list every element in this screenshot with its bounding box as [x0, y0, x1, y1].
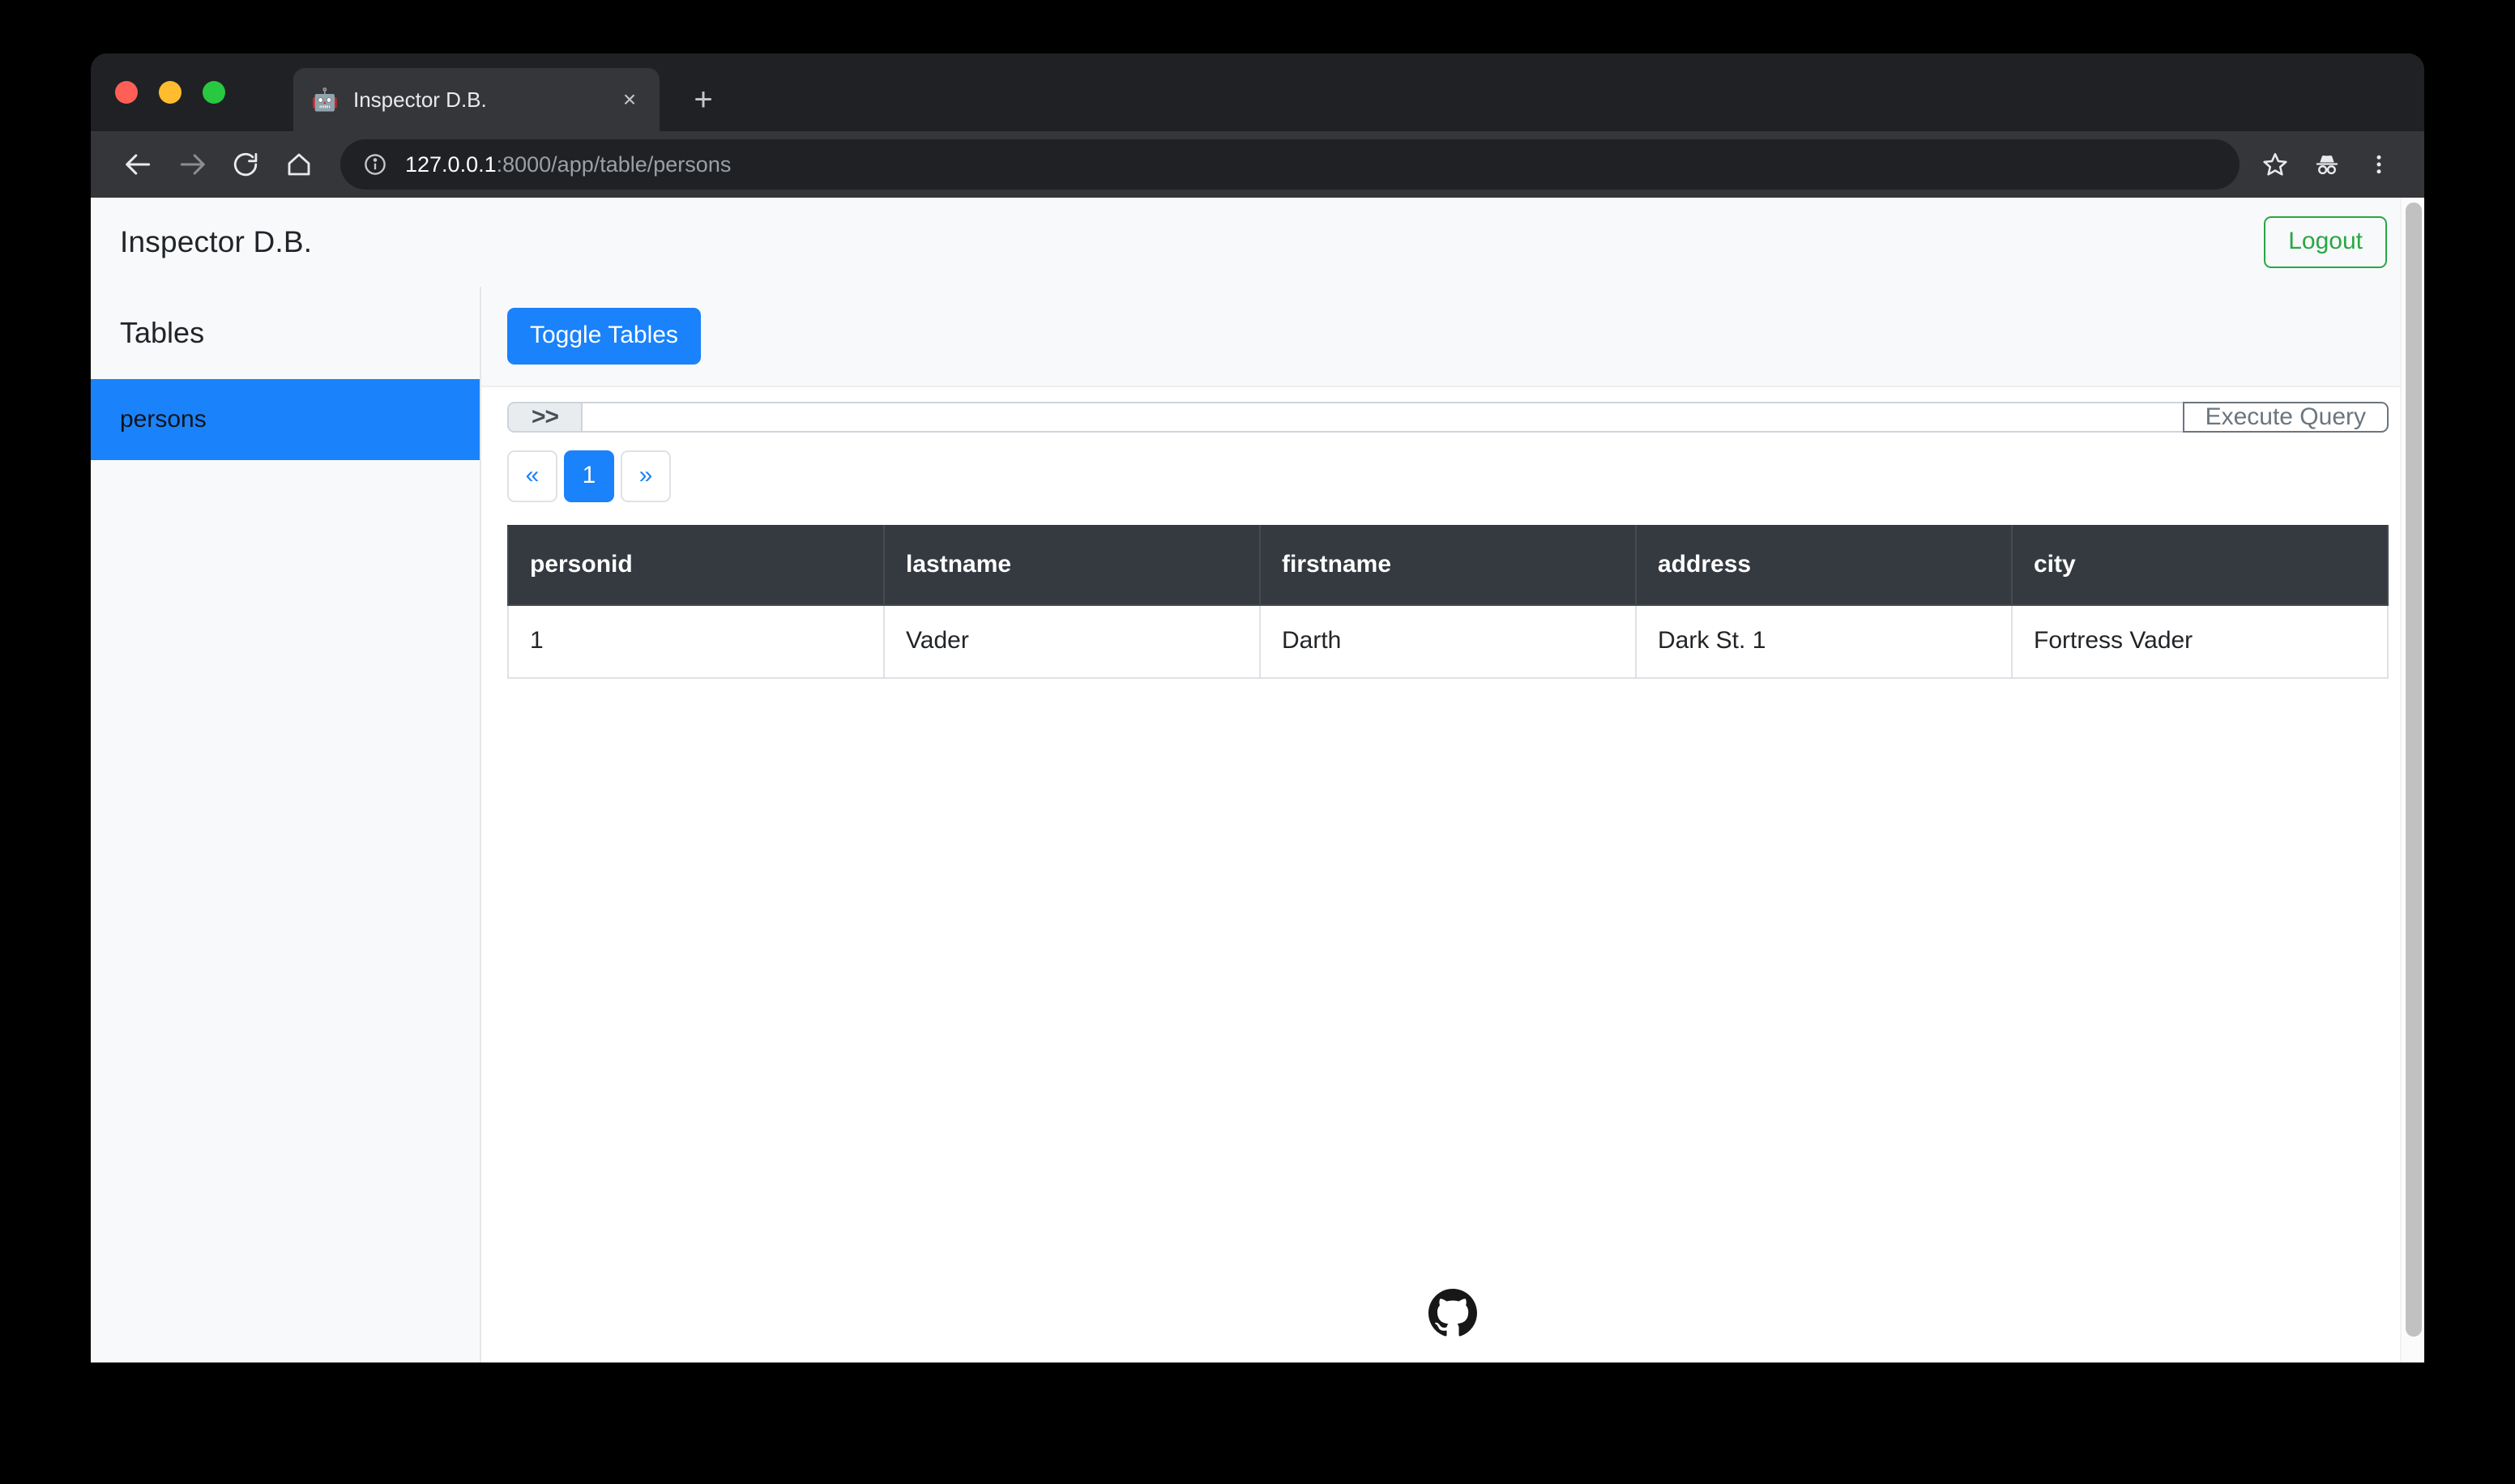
- column-header-address[interactable]: address: [1635, 525, 2013, 606]
- sidebar: Tables persons: [91, 287, 481, 1362]
- close-window-button[interactable]: [115, 81, 138, 104]
- table-header: personid lastname firstname address city: [507, 525, 2389, 606]
- cell-firstname: Darth: [1259, 604, 1637, 679]
- query-prompt-prefix: >>: [507, 402, 582, 433]
- pagination-page-1[interactable]: 1: [564, 450, 614, 502]
- cell-lastname: Vader: [883, 604, 1261, 679]
- reload-icon[interactable]: [219, 138, 272, 191]
- table-body: 1 Vader Darth Dark St. 1 Fortress Vader: [507, 604, 2389, 679]
- page-footer: [481, 1289, 2424, 1362]
- table-row[interactable]: 1 Vader Darth Dark St. 1 Fortress Vader: [507, 604, 2389, 679]
- maximize-window-button[interactable]: [203, 81, 225, 104]
- page-title: Inspector D.B.: [120, 225, 313, 258]
- sidebar-item-label: persons: [120, 406, 207, 433]
- column-header-firstname[interactable]: firstname: [1259, 525, 1637, 606]
- content-toolbar: Toggle Tables: [481, 287, 2424, 387]
- back-arrow-icon[interactable]: [112, 138, 165, 191]
- browser-tab[interactable]: 🤖 Inspector D.B. ×: [293, 68, 660, 131]
- new-tab-icon[interactable]: +: [681, 78, 726, 123]
- github-logo-icon[interactable]: [1428, 1289, 1477, 1341]
- page-body: Tables persons Toggle Tables >> Execute …: [91, 287, 2424, 1362]
- page-scrollbar[interactable]: [2400, 198, 2424, 1362]
- toggle-tables-button[interactable]: Toggle Tables: [507, 308, 701, 365]
- results-table-wrapper: personid lastname firstname address city…: [481, 502, 2424, 679]
- cell-personid: 1: [507, 604, 885, 679]
- scrollbar-thumb[interactable]: [2406, 203, 2422, 1337]
- home-icon[interactable]: [272, 138, 326, 191]
- browser-tab-strip: 🤖 Inspector D.B. × +: [91, 53, 2424, 131]
- main-content: Toggle Tables >> Execute Query « 1 » per…: [481, 287, 2424, 1362]
- browser-window: 🤖 Inspector D.B. × + 127.0.0.1:8000/app/…: [91, 53, 2424, 1362]
- sidebar-heading: Tables: [120, 316, 205, 349]
- pagination: « 1 »: [481, 433, 2424, 502]
- browser-toolbar: 127.0.0.1:8000/app/table/persons: [91, 131, 2424, 198]
- kebab-menu-icon[interactable]: [2353, 139, 2405, 190]
- bookmark-star-icon[interactable]: [2249, 139, 2301, 190]
- address-bar-url: 127.0.0.1:8000/app/table/persons: [405, 152, 731, 177]
- app-header: Inspector D.B. Logout: [91, 198, 2424, 287]
- table-header-row: personid lastname firstname address city: [507, 525, 2389, 606]
- page-viewport: Inspector D.B. Logout Tables persons Tog…: [91, 198, 2424, 1362]
- window-traffic-lights: [115, 81, 225, 104]
- results-table: personid lastname firstname address city…: [507, 525, 2389, 679]
- info-circle-icon[interactable]: [361, 151, 389, 178]
- incognito-icon[interactable]: [2301, 139, 2353, 190]
- column-header-lastname[interactable]: lastname: [883, 525, 1261, 606]
- cell-city: Fortress Vader: [2011, 604, 2389, 679]
- column-header-city[interactable]: city: [2011, 525, 2389, 606]
- url-path: :8000/app/table/persons: [496, 151, 732, 177]
- pagination-prev[interactable]: «: [507, 450, 557, 502]
- close-icon[interactable]: ×: [614, 84, 645, 115]
- forward-arrow-icon[interactable]: [165, 138, 219, 191]
- address-bar[interactable]: 127.0.0.1:8000/app/table/persons: [340, 139, 2240, 190]
- query-input[interactable]: [581, 402, 2183, 433]
- pagination-next[interactable]: »: [621, 450, 671, 502]
- query-bar: >> Execute Query: [481, 387, 2424, 433]
- minimize-window-button[interactable]: [159, 81, 181, 104]
- sidebar-item-persons[interactable]: persons: [91, 379, 480, 460]
- cell-address: Dark St. 1: [1635, 604, 2013, 679]
- detective-icon: 🤖: [311, 87, 339, 112]
- column-header-personid[interactable]: personid: [507, 525, 885, 606]
- execute-query-button[interactable]: Execute Query: [2182, 402, 2389, 433]
- logout-button[interactable]: Logout: [2264, 216, 2387, 268]
- tab-title: Inspector D.B.: [353, 87, 487, 112]
- url-host: 127.0.0.1: [405, 151, 497, 177]
